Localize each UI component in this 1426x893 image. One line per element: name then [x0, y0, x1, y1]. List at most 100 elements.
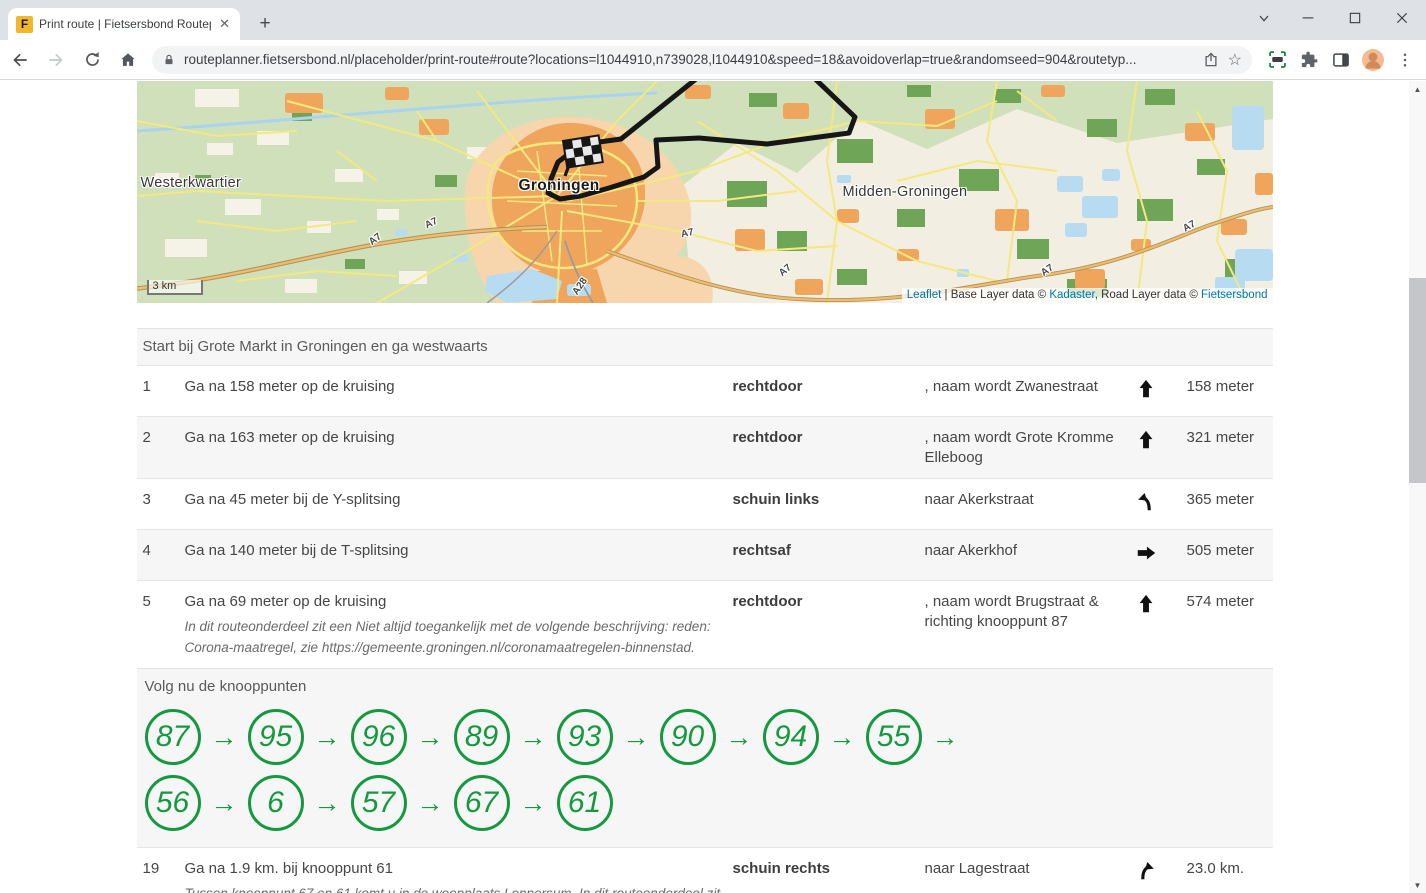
step-street: , naam wordt Brugstraat & richting knoop… [924, 593, 1099, 630]
table-row: 4 Ga na 140 meter bij de T-splitsing rec… [136, 529, 1273, 580]
page-body: Westerkwartier Groningen Midden-Groninge… [0, 81, 1409, 893]
straight-up-arrow-icon [1135, 592, 1181, 658]
step-number: 19 [142, 860, 160, 877]
lock-icon [165, 54, 173, 64]
map-label-westerkwartier: Westerkwartier [140, 175, 242, 191]
knooppunt-badge: 96 [350, 709, 407, 765]
tab-strip: F Print route | Fietsersbond Routep ✕ + [0, 0, 1426, 40]
arrow-right-icon: → [725, 721, 753, 752]
knooppunt-badge: 93 [556, 709, 613, 765]
turn-right-arrow-icon [1135, 541, 1181, 570]
step-direction: schuin rechts [732, 860, 831, 877]
scrollbar-thumb[interactable] [1409, 278, 1426, 483]
side-panel-icon[interactable] [1326, 45, 1356, 75]
step-description: Ga na 158 meter op de kruising [184, 378, 395, 395]
map-canvas[interactable] [136, 81, 1273, 303]
arrow-right-icon: → [931, 721, 959, 752]
step-street: , naam wordt Zwanestraat [924, 378, 1098, 395]
bookmark-star-icon[interactable]: ☆ [1228, 50, 1242, 70]
step-number: 2 [142, 429, 151, 446]
step-distance: 365 meter [1186, 491, 1255, 508]
step-description: Ga na 45 meter bij de Y-splitsing [184, 491, 401, 508]
arrow-right-icon: → [313, 721, 341, 752]
step-number: 3 [142, 491, 151, 508]
knooppunt-badge: 90 [659, 709, 716, 765]
route-map[interactable]: Westerkwartier Groningen Midden-Groninge… [136, 81, 1273, 303]
table-row: 5 Ga na 69 meter op de kruising In dit r… [136, 580, 1273, 668]
step-distance: 23.0 km. [1186, 860, 1245, 877]
step-street: naar Lagestraat [924, 860, 1030, 877]
map-scale-bar: 3 km [146, 280, 203, 295]
arrow-right-icon: → [416, 787, 444, 818]
favicon: F [16, 15, 33, 33]
share-icon[interactable] [1202, 51, 1220, 69]
step-description: Ga na 1.9 km. bij knooppunt 61 Tussen kn… [185, 859, 727, 893]
new-tab-button[interactable]: + [252, 11, 278, 37]
knooppunten-row: 87 → 95 → 96 → 89 → 93 → 90 → 94 → 55 → [144, 709, 1267, 765]
url-bar[interactable]: routeplanner.fietsersbond.nl/placeholder… [152, 45, 1252, 74]
fietsersbond-link[interactable]: Fietsersbond [1201, 289, 1267, 301]
window-minimize-icon[interactable] [1293, 5, 1323, 31]
tab-close-icon[interactable]: ✕ [217, 16, 232, 32]
step-distance: 505 meter [1186, 542, 1255, 559]
knooppunt-badge: 94 [762, 709, 819, 765]
arrow-right-icon: → [622, 721, 650, 752]
capture-extension-icon[interactable] [1262, 45, 1292, 75]
step-direction: rechtdoor [732, 593, 803, 610]
extensions-puzzle-icon[interactable] [1294, 45, 1324, 75]
knooppunt-badge: 95 [247, 709, 304, 765]
map-label-midden-groningen: Midden-Groningen [842, 184, 968, 200]
knooppunt-badge: 67 [453, 775, 510, 831]
window-maximize-icon[interactable] [1340, 5, 1370, 31]
arrow-right-icon: → [828, 721, 856, 752]
map-label-groningen: Groningen [518, 177, 600, 194]
map-attribution: Leaflet | Base Layer data © Kadaster, Ro… [901, 288, 1273, 303]
step-street: naar Akerkhof [924, 542, 1018, 559]
home-icon[interactable] [112, 44, 144, 76]
bear-right-arrow-icon [1135, 859, 1181, 893]
arrow-right-icon: → [416, 721, 444, 752]
knooppunt-badge: 56 [144, 775, 201, 831]
knooppunt-badge: 57 [350, 775, 407, 831]
scroll-up-icon[interactable]: ▲ [1409, 81, 1426, 97]
step-distance: 574 meter [1186, 593, 1255, 610]
arrow-right-icon: → [519, 721, 547, 752]
arrow-right-icon: → [313, 787, 341, 818]
step-direction: rechtdoor [732, 429, 803, 446]
window-close-icon[interactable] [1387, 5, 1417, 31]
url-text[interactable]: routeplanner.fietsersbond.nl/placeholder… [184, 52, 1194, 67]
leaflet-link[interactable]: Leaflet [907, 289, 942, 301]
browser-tab[interactable]: F Print route | Fietsersbond Routep ✕ [8, 8, 240, 40]
knooppunt-badge: 6 [247, 775, 304, 831]
back-icon[interactable] [4, 44, 36, 76]
step-number: 5 [142, 593, 151, 610]
straight-up-arrow-icon [1135, 428, 1181, 468]
step-distance: 158 meter [1186, 378, 1255, 395]
scroll-down-icon[interactable]: ▼ [1409, 877, 1426, 893]
step-distance: 321 meter [1186, 429, 1255, 446]
step-note: In dit routeonderdeel zit een Niet altij… [184, 619, 711, 655]
vertical-scrollbar[interactable]: ▲ ▼ [1409, 81, 1426, 893]
knooppunt-badge: 61 [556, 775, 613, 831]
table-row: 3 Ga na 45 meter bij de Y-splitsing schu… [136, 478, 1273, 529]
step-description: Ga na 140 meter bij de T-splitsing [184, 542, 409, 559]
route-section-header: Start bij Grote Markt in Groningen en ga… [136, 328, 1273, 365]
step-number: 1 [142, 378, 151, 395]
step-note: Tussen knooppunt 67 en 61 komt u in de w… [185, 883, 727, 893]
tab-search-chevron-icon[interactable] [1249, 5, 1279, 31]
table-row: 2 Ga na 163 meter op de kruising rechtdo… [136, 416, 1273, 478]
table-row: 19 Ga na 1.9 km. bij knooppunt 61 Tussen… [136, 847, 1273, 893]
kebab-menu-icon[interactable] [1390, 45, 1420, 75]
route-directions-table: Start bij Grote Markt in Groningen en ga… [136, 328, 1273, 893]
kadaster-link[interactable]: Kadaster [1049, 289, 1094, 301]
forward-icon[interactable] [40, 44, 72, 76]
knooppunt-badge: 55 [865, 709, 922, 765]
step-description: Ga na 163 meter op de kruising [184, 429, 395, 446]
reload-icon[interactable] [76, 44, 108, 76]
knooppunt-badge: 87 [144, 709, 201, 765]
profile-avatar[interactable] [1358, 45, 1388, 75]
arrow-right-icon: → [519, 787, 547, 818]
step-direction: rechtsaf [732, 542, 791, 559]
step-number: 4 [142, 542, 151, 559]
straight-up-arrow-icon [1135, 377, 1181, 406]
